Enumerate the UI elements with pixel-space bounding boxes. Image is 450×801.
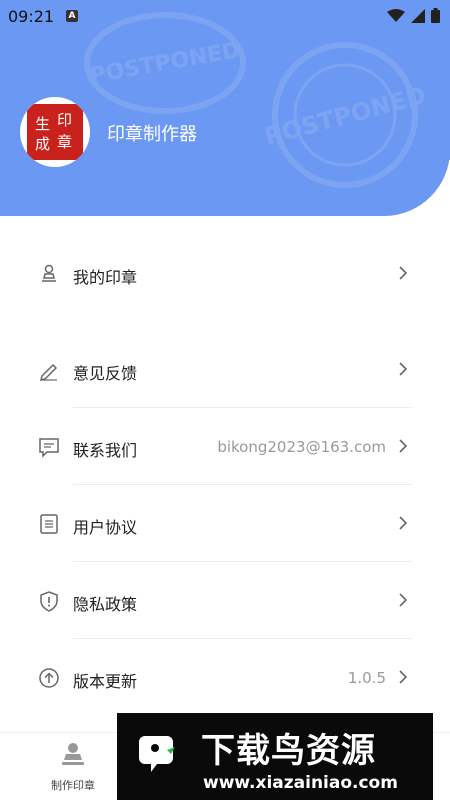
document-icon bbox=[40, 514, 58, 534]
bird-logo-icon bbox=[127, 726, 187, 786]
avatar[interactable]: 印 章 生 成 bbox=[20, 97, 90, 167]
seal-logo: 印 章 生 成 bbox=[27, 104, 83, 160]
menu-label: 意见反馈 bbox=[73, 364, 138, 383]
chevron-right-icon bbox=[399, 593, 408, 607]
menu-label: 我的印章 bbox=[73, 268, 138, 287]
menu-item-contact[interactable]: 联系我们 bikong2023@163.com bbox=[0, 409, 450, 485]
shield-icon bbox=[40, 591, 58, 612]
chevron-right-icon bbox=[399, 516, 408, 530]
menu-label: 隐私政策 bbox=[73, 595, 138, 614]
stamp-tab-icon bbox=[62, 743, 84, 765]
chevron-right-icon bbox=[399, 670, 408, 684]
menu-item-version-update[interactable]: 版本更新 1.0.5 bbox=[0, 640, 450, 716]
postponed-stamp-watermark-right: POSTPONED bbox=[261, 42, 429, 188]
pencil-icon bbox=[39, 363, 58, 381]
menu-label: 联系我们 bbox=[73, 441, 138, 460]
avatar-char: 生 bbox=[35, 115, 51, 133]
wifi-icon bbox=[387, 8, 405, 22]
status-bar: 09:21 A bbox=[0, 0, 450, 32]
svg-text:POSTPONED: POSTPONED bbox=[261, 81, 429, 151]
menu-label: 版本更新 bbox=[73, 672, 138, 691]
avatar-char: 章 bbox=[57, 133, 73, 151]
status-time: 09:21 bbox=[8, 7, 55, 26]
divider bbox=[73, 638, 412, 639]
chevron-right-icon bbox=[399, 266, 408, 280]
message-icon bbox=[39, 438, 59, 458]
chevron-right-icon bbox=[399, 439, 408, 453]
divider bbox=[73, 407, 412, 408]
signal-icon bbox=[411, 8, 425, 23]
tab-make-stamp[interactable]: 制作印章 bbox=[28, 741, 118, 793]
avatar-char: 成 bbox=[35, 135, 51, 153]
svg-text:POSTPONED: POSTPONED bbox=[88, 38, 242, 89]
notification-a-icon: A bbox=[66, 10, 78, 22]
divider bbox=[73, 561, 412, 562]
watermark-banner: 下载鸟资源 www.xiazainiao.com bbox=[117, 713, 433, 800]
menu-label: 用户协议 bbox=[73, 518, 138, 537]
banner-title: 下载鸟资源 bbox=[201, 731, 376, 771]
stamp-icon bbox=[42, 264, 56, 282]
app-name: 印章制作器 bbox=[107, 124, 197, 145]
menu-item-privacy[interactable]: 隐私政策 bbox=[0, 563, 450, 639]
menu-item-user-agreement[interactable]: 用户协议 bbox=[0, 486, 450, 562]
menu-item-my-stamps[interactable]: 我的印章 bbox=[0, 236, 450, 312]
contact-email: bikong2023@163.com bbox=[217, 438, 386, 456]
tab-label: 制作印章 bbox=[51, 779, 95, 792]
battery-icon bbox=[431, 8, 440, 23]
banner-url: www.xiazainiao.com bbox=[203, 773, 398, 793]
menu-item-feedback[interactable]: 意见反馈 bbox=[0, 332, 450, 408]
chevron-right-icon bbox=[399, 362, 408, 376]
version-number: 1.0.5 bbox=[347, 669, 386, 687]
divider bbox=[73, 484, 412, 485]
upgrade-icon bbox=[39, 668, 59, 688]
system-icons bbox=[387, 8, 440, 23]
avatar-char: 印 bbox=[57, 111, 73, 129]
